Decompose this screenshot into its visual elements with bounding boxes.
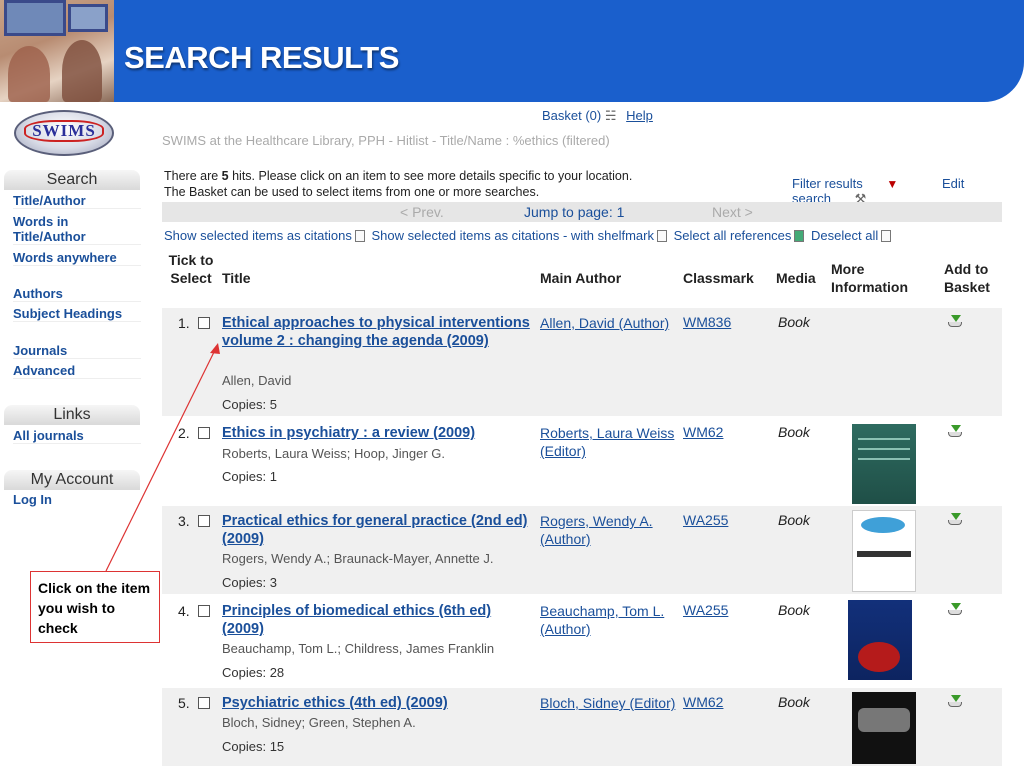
annotation-arrow [105, 343, 220, 572]
annotation-callout: Click on the item you wish to check [30, 571, 160, 643]
